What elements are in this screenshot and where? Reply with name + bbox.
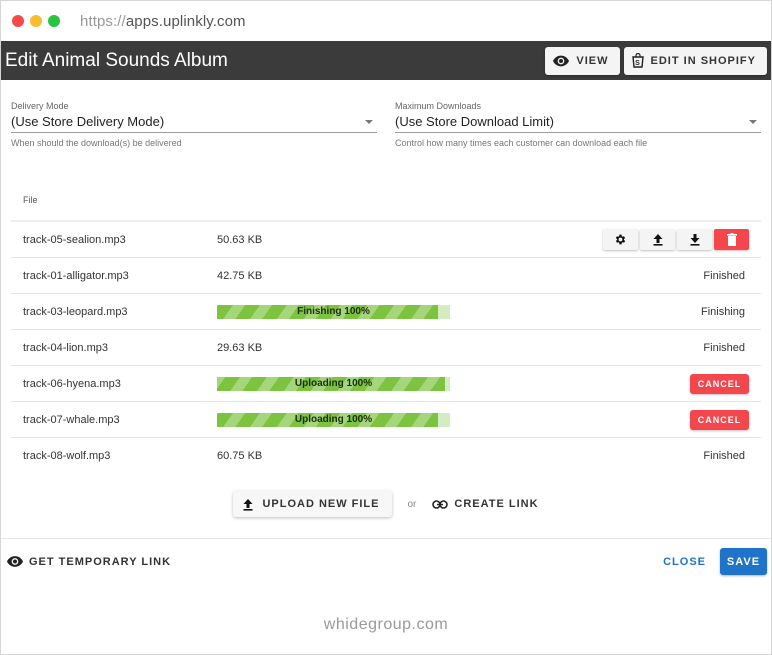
table-row: track-06-hyena.mp3 Uploading 100% CANCEL	[11, 366, 761, 402]
delivery-mode-hint: When should the download(s) be delivered	[11, 138, 182, 148]
column-header-file: File	[23, 195, 38, 205]
watermark: whidegroup.com	[323, 616, 449, 633]
max-downloads-field: Maximum Downloads (Use Store Download Li…	[395, 101, 761, 148]
file-name: track-04-lion.mp3	[23, 341, 108, 354]
cancel-upload-button[interactable]: CANCEL	[690, 374, 749, 394]
delivery-mode-select[interactable]: (Use Store Delivery Mode)	[11, 111, 377, 133]
file-status: Finished	[703, 450, 745, 462]
gear-icon	[614, 233, 627, 246]
view-button[interactable]: VIEW	[545, 46, 620, 75]
upload-area: UPLOAD NEW FILE or CREATE LINK	[1, 491, 771, 517]
upload-icon	[242, 498, 254, 511]
upload-new-file-button[interactable]: UPLOAD NEW FILE	[233, 491, 392, 517]
replace-upload-button[interactable]	[640, 229, 675, 250]
file-size: 60.75 KB	[217, 450, 263, 462]
max-downloads-label: Maximum Downloads	[395, 101, 482, 111]
maximize-window-button[interactable]	[48, 15, 60, 27]
file-name: track-05-sealion.mp3	[23, 233, 126, 246]
files-table: File track-05-sealion.mp3 50.63 KB track…	[11, 180, 761, 474]
browser-window: https://apps.uplinkly.com Edit Animal So…	[0, 0, 772, 655]
max-downloads-hint: Control how many times each customer can…	[395, 138, 648, 148]
close-window-button[interactable]	[12, 15, 24, 27]
file-actions	[603, 229, 749, 250]
url-host: apps.uplinkly.com	[125, 12, 246, 30]
max-downloads-value: (Use Store Download Limit)	[395, 114, 554, 129]
file-name: track-08-wolf.mp3	[23, 450, 111, 462]
progress-label: Finishing 100%	[297, 305, 370, 317]
progress-label: Uploading 100%	[294, 377, 373, 389]
table-row: track-04-lion.mp3 29.63 KB Finished	[11, 330, 761, 366]
upload-icon	[652, 233, 664, 246]
close-button[interactable]: CLOSE	[663, 556, 706, 568]
create-link-label: CREATE LINK	[454, 498, 539, 510]
download-button[interactable]	[677, 229, 712, 250]
file-status: Finishing	[700, 305, 745, 318]
view-label: VIEW	[576, 54, 609, 67]
table-row: track-03-leopard.mp3 Finishing 100% Fini…	[11, 294, 761, 330]
eye-icon	[7, 556, 23, 567]
delivery-mode-label: Delivery Mode	[11, 101, 69, 111]
dropdown-caret-icon	[365, 119, 373, 124]
url-scheme: https://	[80, 12, 126, 30]
delete-button[interactable]	[714, 229, 749, 250]
minimize-window-button[interactable]	[30, 15, 42, 27]
download-icon	[689, 233, 701, 246]
progress-bar: Uploading 100%	[217, 376, 450, 391]
table-header: File	[11, 180, 761, 222]
progress-bar: Uploading 100%	[217, 412, 450, 427]
dropdown-caret-icon	[749, 119, 757, 124]
settings-form: Delivery Mode (Use Store Delivery Mode) …	[1, 101, 771, 148]
cancel-upload-button[interactable]: CANCEL	[690, 410, 749, 430]
dialog-footer: GET TEMPORARY LINK CLOSE SAVE	[1, 538, 771, 584]
get-temporary-link-button[interactable]: GET TEMPORARY LINK	[7, 556, 171, 568]
page-title: Edit Animal Sounds Album	[5, 49, 228, 71]
file-status: Finished	[703, 341, 745, 354]
edit-in-shopify-label: EDIT IN SHOPIFY	[650, 54, 756, 67]
table-row: track-07-whale.mp3 Uploading 100% CANCEL	[11, 402, 761, 438]
file-name: track-06-hyena.mp3	[23, 377, 121, 390]
table-row: track-08-wolf.mp3 60.75 KB Finished	[11, 438, 761, 474]
address-bar[interactable]: https://apps.uplinkly.com	[80, 13, 246, 30]
file-name: track-03-leopard.mp3	[23, 305, 128, 318]
app-header: Edit Animal Sounds Album VIEW S EDIT IN …	[1, 41, 771, 80]
settings-button[interactable]	[603, 229, 638, 250]
trash-icon	[726, 233, 737, 246]
progress-label: Uploading 100%	[294, 413, 373, 425]
save-button[interactable]: SAVE	[720, 548, 767, 575]
file-size: 42.75 KB	[217, 269, 263, 282]
file-name: track-07-whale.mp3	[23, 413, 120, 426]
create-link-button[interactable]: CREATE LINK	[432, 498, 538, 510]
table-row: track-05-sealion.mp3 50.63 KB	[11, 222, 761, 258]
file-status: Finished	[703, 269, 745, 282]
delivery-mode-field: Delivery Mode (Use Store Delivery Mode) …	[11, 101, 377, 148]
eye-icon	[553, 55, 570, 67]
progress-bar: Finishing 100%	[217, 304, 450, 319]
or-separator: or	[407, 498, 417, 510]
file-size: 50.63 KB	[217, 233, 263, 246]
max-downloads-select[interactable]: (Use Store Download Limit)	[395, 111, 761, 133]
delivery-mode-value: (Use Store Delivery Mode)	[11, 114, 165, 129]
file-size: 29.63 KB	[217, 341, 263, 354]
link-icon	[432, 499, 449, 509]
get-temporary-link-label: GET TEMPORARY LINK	[29, 555, 172, 568]
file-name: track-01-alligator.mp3	[23, 269, 129, 282]
shopify-bag-icon: S	[631, 53, 644, 68]
upload-new-file-label: UPLOAD NEW FILE	[262, 498, 380, 510]
svg-text:S: S	[635, 60, 641, 67]
browser-chrome: https://apps.uplinkly.com	[1, 1, 771, 41]
table-row: track-01-alligator.mp3 42.75 KB Finished	[11, 258, 761, 294]
edit-in-shopify-button[interactable]: S EDIT IN SHOPIFY	[623, 46, 767, 75]
